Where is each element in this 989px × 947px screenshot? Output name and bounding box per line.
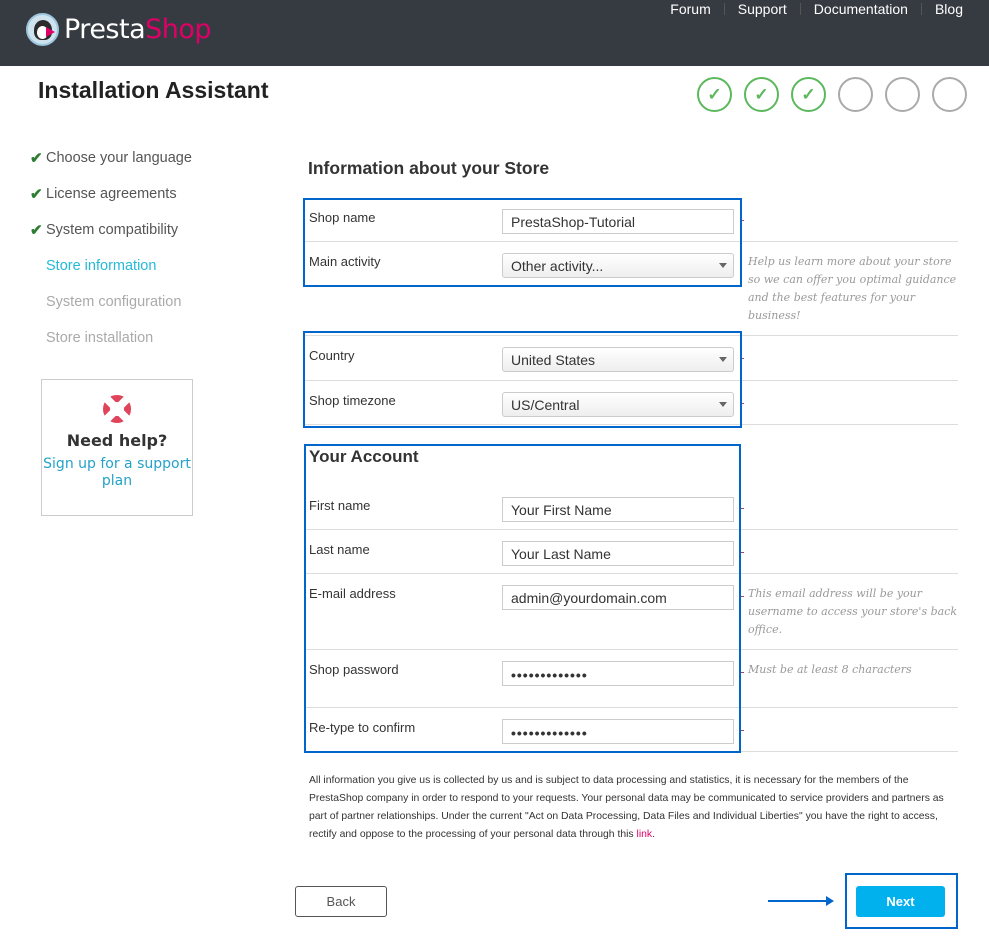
activity-hint: Help us learn more about your store so w…	[748, 255, 957, 322]
checkmark-icon: ✔	[30, 150, 43, 167]
disclaimer-end: .	[652, 829, 655, 840]
top-nav: Forum Support Documentation Blog	[670, 1, 963, 17]
prestashop-logo[interactable]: PrestaShop	[26, 13, 212, 46]
nav-blog[interactable]: Blog	[935, 1, 963, 17]
sidebar-item-language: ✔ Choose your language	[30, 140, 192, 176]
sidebar-item-system-configuration: System configuration	[30, 284, 192, 320]
sidebar-item-label: License agreements	[46, 186, 177, 202]
sidebar-item-label: System configuration	[46, 294, 182, 310]
password-hint: Must be at least 8 characters	[748, 663, 912, 676]
nav-documentation[interactable]: Documentation	[814, 1, 908, 17]
sidebar-item-store-installation: Store installation	[30, 320, 192, 356]
disclaimer-text: All information you give us is collected…	[309, 775, 944, 840]
nav-divider	[799, 3, 801, 15]
sidebar-item-label: System compatibility	[46, 222, 179, 238]
step-sidebar: ✔ Choose your language ✔ License agreeme…	[30, 140, 192, 356]
highlight-box-location	[303, 331, 742, 428]
nav-support[interactable]: Support	[738, 1, 787, 17]
top-bar: PrestaShop Forum Support Documentation B…	[0, 0, 989, 66]
sidebar-item-license: ✔ License agreements	[30, 176, 192, 212]
step-2-check-icon: ✓	[744, 77, 779, 112]
puffin-logo-icon	[26, 13, 59, 46]
checkmark-icon: ✔	[30, 222, 43, 239]
logo-text: PrestaShop	[64, 14, 212, 45]
nav-divider	[723, 3, 725, 15]
sidebar-item-store-information: Store information	[30, 248, 192, 284]
back-button[interactable]: Back	[295, 886, 387, 917]
checkmark-icon: ✔	[30, 186, 43, 203]
step-3-check-icon: ✓	[791, 77, 826, 112]
email-hint: This email address will be your username…	[748, 587, 958, 636]
progress-steps: ✓ ✓ ✓	[697, 77, 979, 112]
lifebuoy-icon	[103, 395, 131, 423]
store-section-title: Information about your Store	[308, 158, 550, 178]
next-button[interactable]: Next	[856, 886, 945, 917]
step-1-check-icon: ✓	[697, 77, 732, 112]
sidebar-item-label: Store information	[46, 258, 157, 274]
page-title: Installation Assistant	[38, 77, 269, 103]
privacy-disclaimer: All information you give us is collected…	[309, 772, 954, 844]
step-4-circle-icon	[838, 77, 873, 112]
highlight-box-account	[304, 444, 741, 753]
sidebar-item-label: Store installation	[46, 330, 154, 346]
highlight-box-store	[303, 198, 742, 287]
step-5-circle-icon	[885, 77, 920, 112]
arrow-right-icon	[768, 896, 834, 906]
privacy-link[interactable]: link	[637, 829, 653, 840]
support-plan-link[interactable]: Sign up for a support plan	[42, 456, 192, 490]
help-title: Need help?	[66, 431, 168, 450]
step-6-circle-icon	[932, 77, 967, 112]
nav-forum[interactable]: Forum	[670, 1, 710, 17]
help-box: Need help? Sign up for a support plan	[41, 379, 193, 516]
nav-divider	[920, 3, 922, 15]
sidebar-item-compatibility: ✔ System compatibility	[30, 212, 192, 248]
sidebar-item-label: Choose your language	[46, 150, 192, 166]
